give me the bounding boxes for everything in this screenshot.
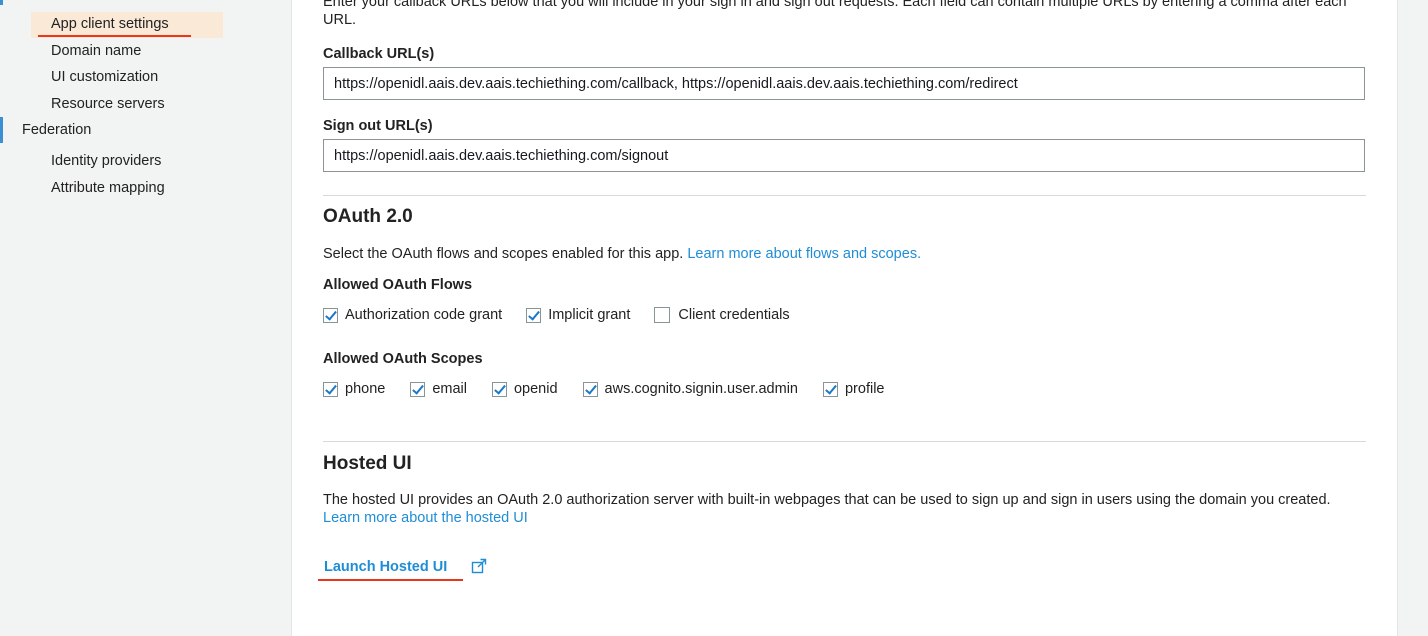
section-divider [323,441,1366,442]
oauth-description-text: Select the OAuth flows and scopes enable… [323,246,684,262]
launch-hosted-ui-link[interactable]: Launch Hosted UI [324,559,447,575]
external-link-icon[interactable] [471,558,487,574]
allowed-flows-label: Allowed OAuth Flows [323,277,473,293]
main-panel: Enter your callback URLs below that you … [291,0,1398,636]
checkbox-label: Authorization code grant [345,307,503,323]
signout-urls-label: Sign out URL(s) [323,118,433,134]
scope-profile[interactable]: profile [822,381,885,397]
oauth-flows-row: Authorization code grant Implicit grant … [323,305,790,325]
checkbox[interactable] [526,307,542,323]
callback-intro-text: Enter your callback URLs below that you … [323,0,1347,28]
flow-client-credentials[interactable]: Client credentials [654,307,790,323]
sidebar-item-attribute-mapping[interactable]: Attribute mapping [51,180,165,196]
checkbox-label: aws.cognito.signin.user.admin [604,381,798,397]
checkbox[interactable] [323,381,338,397]
annotation-underline [318,579,463,581]
callback-urls-input[interactable] [323,67,1365,100]
checkbox[interactable] [410,381,426,397]
oauth-section-title: OAuth 2.0 [323,206,413,227]
scope-aws-cognito-signin-user-admin[interactable]: aws.cognito.signin.user.admin [582,381,798,397]
sidebar: App client settings Domain name UI custo… [0,0,290,636]
oauth-scopes-row: phone email openid aws.cognito.signin.us… [323,379,884,399]
nav-accent-bar [0,117,3,143]
sidebar-item-federation[interactable]: Federation [22,122,91,138]
checkbox-label: email [432,381,467,397]
scope-phone[interactable]: phone [323,381,385,397]
hosted-ui-description: The hosted UI provides an OAuth 2.0 auth… [323,491,1368,527]
checkbox[interactable] [582,381,598,397]
sidebar-item-ui-customization[interactable]: UI customization [51,69,158,85]
checkbox-label: profile [844,381,885,397]
scope-email[interactable]: email [410,381,467,397]
checkbox[interactable] [822,381,838,397]
checkbox[interactable] [491,381,507,397]
sidebar-item-identity-providers[interactable]: Identity providers [51,153,161,169]
checkbox-label: Implicit grant [548,307,631,323]
learn-flows-scopes-link[interactable]: Learn more about flows and scopes. [687,246,921,262]
hosted-ui-description-text: The hosted UI provides an OAuth 2.0 auth… [323,492,1331,508]
hosted-ui-section-title: Hosted UI [323,453,412,474]
checkbox-label: phone [345,381,386,397]
oauth-description: Select the OAuth flows and scopes enable… [323,245,921,263]
checkbox[interactable] [323,307,338,323]
checkbox-label: openid [513,381,558,397]
sidebar-item-label: App client settings [51,16,169,32]
learn-hosted-ui-link[interactable]: Learn more about the hosted UI [323,510,528,526]
scope-openid[interactable]: openid [491,381,558,397]
checkbox[interactable] [654,307,671,323]
callback-urls-label: Callback URL(s) [323,46,435,62]
checkbox-label: Client credentials [678,307,790,323]
nav-accent-bar [0,0,3,5]
section-divider [323,195,1366,196]
sidebar-item-domain-name[interactable]: Domain name [51,43,141,59]
allowed-scopes-label: Allowed OAuth Scopes [323,351,483,367]
flow-authorization-code-grant[interactable]: Authorization code grant [323,307,502,323]
signout-urls-input[interactable] [323,139,1365,172]
annotation-underline [38,35,191,37]
sidebar-item-resource-servers[interactable]: Resource servers [51,96,165,112]
flow-implicit-grant[interactable]: Implicit grant [526,307,630,323]
